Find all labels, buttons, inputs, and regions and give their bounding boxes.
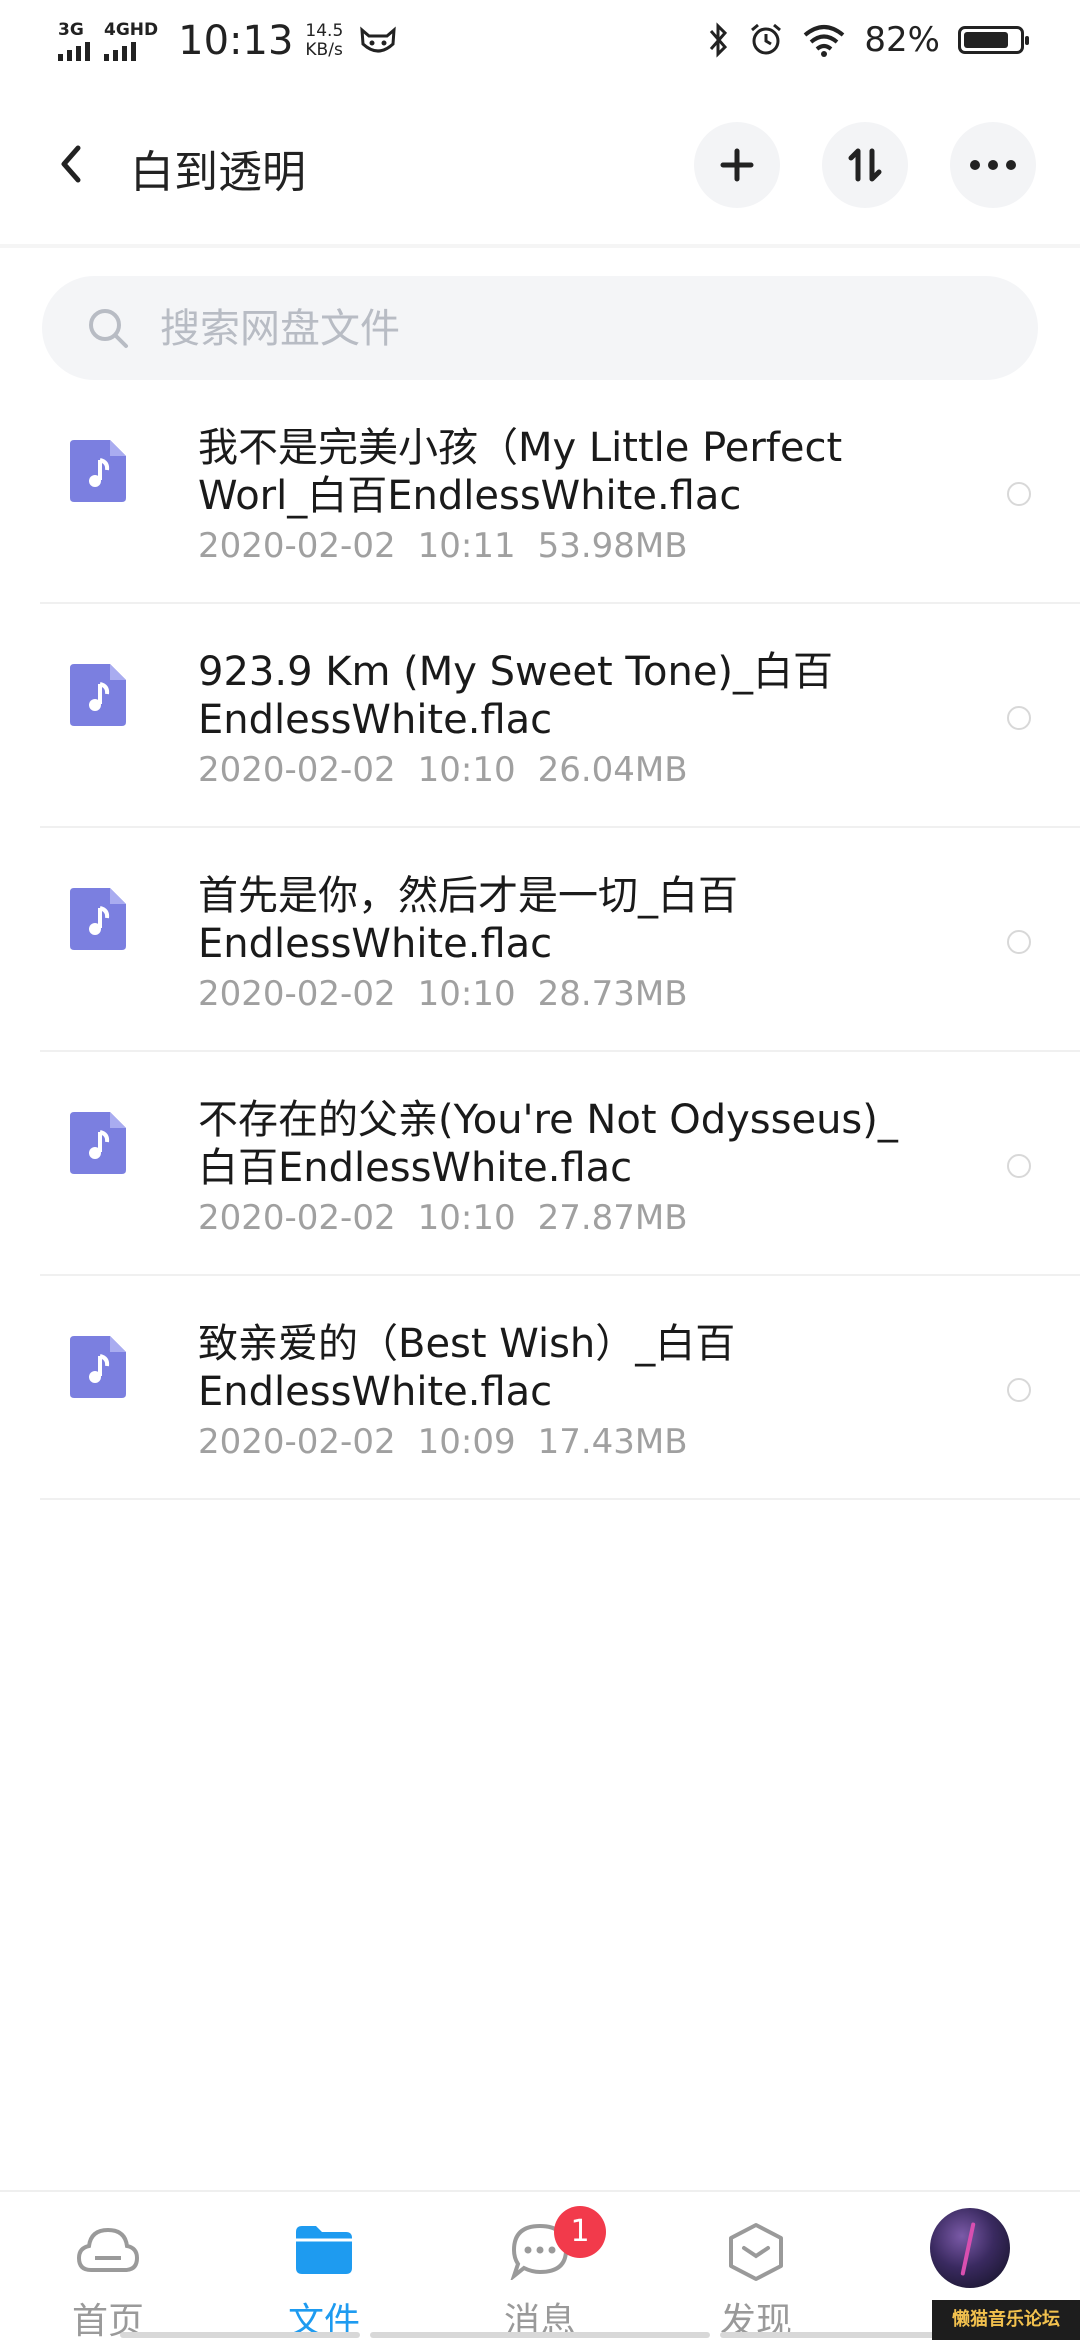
file-size: 17.43MB [537, 1422, 688, 1462]
file-date: 2020-02-02 [198, 750, 396, 790]
speed-unit: KB/s [305, 40, 343, 60]
file-name: 首先是你，然后才是一切_白百 EndlessWhite.flac [198, 872, 938, 968]
avatar[interactable] [930, 2208, 1010, 2288]
sort-icon [848, 148, 882, 182]
file-time: 10:11 [417, 526, 516, 566]
file-name-line: 白百EndlessWhite.flac [198, 1145, 633, 1191]
more-icon [970, 160, 1016, 170]
signal-icon [104, 41, 136, 61]
signal-4ghd: 4GHD [104, 21, 158, 61]
nav-indicators [120, 2332, 1020, 2340]
file-name-line: 923.9 Km (My Sweet Tone)_白百 [198, 649, 834, 695]
file-time: 10:10 [417, 974, 516, 1014]
select-radio[interactable] [1007, 1154, 1031, 1178]
battery-percent: 82% [864, 20, 940, 60]
network-speed: 14.5 KB/s [305, 22, 343, 60]
file-name: 致亲爱的（Best Wish）_白百 EndlessWhite.flac [198, 1320, 938, 1416]
file-name-line: 首先是你，然后才是一切_白百 [198, 873, 738, 919]
net-label-3g: 3G [58, 20, 84, 40]
cloud-icon [76, 2227, 140, 2272]
search-icon [89, 309, 128, 348]
nav-discover[interactable]: 发现 [676, 2192, 836, 2342]
file-name-line: 致亲爱的（Best Wish）_白百 [198, 1321, 736, 1367]
file-meta: 2020-02-02 10:10 27.87MB [198, 1198, 710, 1238]
file-meta: 2020-02-02 10:09 17.43MB [198, 1422, 710, 1462]
file-date: 2020-02-02 [198, 974, 396, 1014]
file-size: 26.04MB [537, 750, 688, 790]
add-button[interactable] [694, 122, 780, 208]
folder-icon [296, 2226, 352, 2274]
select-radio[interactable] [1007, 1378, 1031, 1402]
file-name-line: Worl_白百EndlessWhite.flac [198, 473, 742, 519]
music-file-icon [70, 888, 126, 950]
file-name-line: EndlessWhite.flac [198, 921, 553, 967]
add-icon [720, 148, 754, 182]
nav-files[interactable]: 文件 [244, 2192, 404, 2342]
search-bar[interactable] [42, 276, 1038, 380]
clock: 10:13 [178, 18, 294, 64]
file-item[interactable]: 致亲爱的（Best Wish）_白百 EndlessWhite.flac 202… [0, 1276, 1080, 1500]
more-button[interactable] [950, 122, 1036, 208]
file-item[interactable]: 不存在的父亲(You're Not Odysseus)_ 白百EndlessWh… [0, 1052, 1080, 1276]
music-file-icon [70, 1336, 126, 1398]
sort-button[interactable] [822, 122, 908, 208]
file-date: 2020-02-02 [198, 1422, 396, 1462]
file-list: 我不是完美小孩（My Little Perfect Worl_白百Endless… [0, 380, 1080, 1500]
file-time: 10:10 [417, 1198, 516, 1238]
wifi-icon [804, 25, 845, 57]
file-meta: 2020-02-02 10:10 28.73MB [198, 974, 710, 1014]
signal-3g: 3G [58, 21, 90, 61]
battery-level [964, 32, 1009, 48]
divider [40, 1498, 1080, 1500]
nav-home[interactable]: 首页 [28, 2192, 188, 2342]
file-name: 923.9 Km (My Sweet Tone)_白百 EndlessWhite… [198, 648, 938, 744]
file-date: 2020-02-02 [198, 526, 396, 566]
message-badge: 1 [554, 2206, 606, 2258]
file-name-line: EndlessWhite.flac [198, 1369, 553, 1415]
page-title: 白到透明 [130, 147, 306, 198]
file-name: 我不是完美小孩（My Little Perfect Worl_白百Endless… [198, 424, 938, 520]
signal-icon [58, 41, 90, 61]
music-file-icon [70, 664, 126, 726]
select-radio[interactable] [1007, 930, 1031, 954]
music-file-icon [70, 440, 126, 502]
speed-value: 14.5 [305, 21, 344, 41]
file-time: 10:09 [417, 1422, 516, 1462]
file-date: 2020-02-02 [198, 1198, 396, 1238]
file-size: 53.98MB [537, 526, 688, 566]
net-label-4ghd: 4GHD [104, 20, 159, 40]
back-arrow-icon[interactable] [44, 134, 104, 194]
status-bar: 3G 4GHD 10:13 14.5 KB/s 82% [0, 0, 1080, 84]
file-name-line: 我不是完美小孩（My Little Perfect [198, 425, 843, 471]
forum-watermark: 懒猫音乐论坛 [932, 2300, 1080, 2340]
file-size: 28.73MB [537, 974, 688, 1014]
select-radio[interactable] [1007, 706, 1031, 730]
file-name: 不存在的父亲(You're Not Odysseus)_ 白百EndlessWh… [198, 1096, 938, 1192]
file-size: 27.87MB [537, 1198, 688, 1238]
search-input[interactable] [158, 302, 1002, 356]
nav-messages[interactable]: 1 消息 [460, 2192, 620, 2342]
file-name-line: 不存在的父亲(You're Not Odysseus)_ [198, 1097, 898, 1143]
bluetooth-icon [710, 22, 728, 58]
select-radio[interactable] [1007, 482, 1031, 506]
file-time: 10:10 [417, 750, 516, 790]
music-file-icon [70, 1112, 126, 1174]
cat-face-icon [360, 26, 397, 53]
header-divider [0, 244, 1080, 248]
file-item[interactable]: 923.9 Km (My Sweet Tone)_白百 EndlessWhite… [0, 604, 1080, 828]
discover-icon [729, 2223, 783, 2281]
alarm-icon [751, 23, 782, 55]
file-item[interactable]: 首先是你，然后才是一切_白百 EndlessWhite.flac 2020-02… [0, 828, 1080, 1052]
file-meta: 2020-02-02 10:10 26.04MB [198, 750, 710, 790]
file-item[interactable]: 我不是完美小孩（My Little Perfect Worl_白百Endless… [0, 380, 1080, 604]
bottom-nav: 首页 文件 1 消息 发现 [0, 2190, 1080, 2342]
file-meta: 2020-02-02 10:11 53.98MB [198, 526, 710, 566]
battery-icon [958, 26, 1029, 54]
header: 白到透明 [0, 100, 1080, 230]
file-name-line: EndlessWhite.flac [198, 697, 553, 743]
